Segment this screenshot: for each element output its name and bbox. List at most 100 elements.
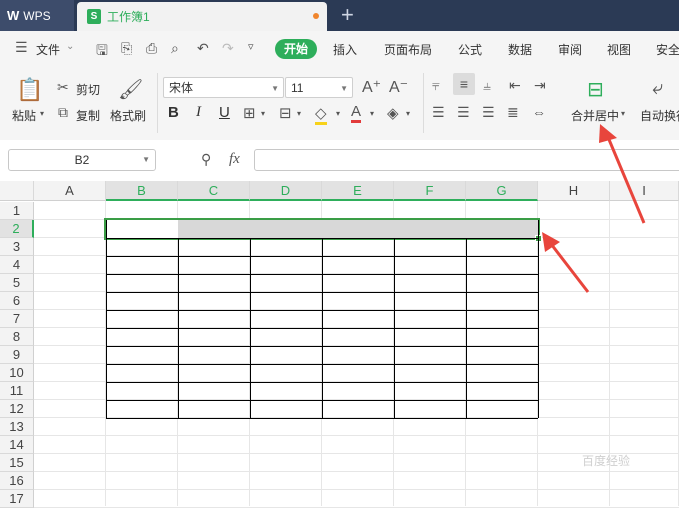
row-header-7[interactable]: 7 — [0, 310, 34, 328]
tab-review[interactable]: 审阅 — [558, 41, 582, 58]
clear-format-icon[interactable]: ◈ — [387, 104, 399, 122]
wrap-text-button[interactable]: 自动换行 — [640, 107, 679, 124]
zoom-search-icon[interactable]: ⚲ — [201, 151, 211, 168]
distribute-icon[interactable]: ⇔ — [532, 104, 546, 120]
column-header-b[interactable]: B — [106, 181, 178, 201]
row-header-17[interactable]: 17 — [0, 490, 34, 508]
format-painter-button[interactable]: 格式刷 — [110, 107, 146, 124]
document-tab[interactable]: S 工作簿1 — [77, 2, 327, 31]
chevron-down-icon[interactable]: ⌄ — [66, 41, 74, 52]
cut-button[interactable]: 剪切 — [76, 81, 100, 98]
wrap-text-icon[interactable]: ⤶ — [652, 77, 663, 100]
column-header-e[interactable]: E — [322, 181, 394, 201]
font-size-select[interactable]: 11 ▼ — [285, 77, 353, 98]
redo-icon[interactable]: ↷ — [222, 40, 234, 57]
column-header-f[interactable]: F — [394, 181, 466, 201]
paste-button[interactable]: 粘贴 — [12, 107, 36, 124]
chevron-down-icon[interactable]: ▾ — [406, 109, 410, 118]
row-header-10[interactable]: 10 — [0, 364, 34, 382]
copy-icon[interactable]: ⧉ — [58, 104, 68, 121]
fill-color-icon[interactable]: ◇ — [315, 104, 327, 125]
print-preview-icon[interactable]: ⌕ — [171, 40, 179, 57]
copy-button[interactable]: 复制 — [76, 107, 100, 124]
chevron-down-icon[interactable]: ▾ — [336, 109, 340, 118]
tab-page-layout[interactable]: 页面布局 — [384, 41, 432, 58]
column-header-g[interactable]: G — [466, 181, 538, 201]
row-header-3[interactable]: 3 — [0, 238, 34, 256]
new-tab-button[interactable]: + — [341, 3, 354, 27]
bold-button[interactable]: B — [168, 104, 179, 121]
font-name-select[interactable]: 宋体 ▼ — [163, 77, 284, 98]
row-header-16[interactable]: 16 — [0, 472, 34, 490]
row-header-8[interactable]: 8 — [0, 328, 34, 346]
active-cell[interactable] — [106, 220, 178, 238]
name-box[interactable]: B2 ▼ — [8, 149, 156, 171]
align-bottom-icon[interactable]: ⫨ — [483, 77, 491, 94]
paste-caret-icon[interactable]: ▾ — [40, 109, 44, 118]
column-header-a[interactable]: A — [34, 181, 106, 201]
document-name: 工作簿1 — [107, 10, 150, 24]
save-icon[interactable]: 🖫 — [96, 40, 108, 64]
row-header-2[interactable]: 2 — [0, 220, 34, 238]
italic-button[interactable]: I — [196, 104, 201, 121]
cell-style-icon[interactable]: ⊟ — [279, 104, 292, 122]
decrease-indent-icon[interactable]: ⇤ — [509, 77, 521, 94]
row-header-13[interactable]: 13 — [0, 418, 34, 436]
table-border-line — [178, 238, 179, 418]
tab-insert[interactable]: 插入 — [333, 41, 357, 58]
underline-button[interactable]: U — [219, 104, 230, 121]
tab-data[interactable]: 数据 — [508, 41, 532, 58]
customize-icon[interactable]: ▿ — [248, 40, 254, 53]
increase-indent-icon[interactable]: ⇥ — [534, 77, 546, 94]
select-all-corner[interactable] — [0, 181, 34, 201]
undo-icon[interactable]: ↶ — [197, 40, 209, 57]
chevron-down-icon[interactable]: ▾ — [370, 109, 374, 118]
paste-icon[interactable]: 📋 — [16, 77, 43, 103]
row-header-6[interactable]: 6 — [0, 292, 34, 310]
fx-button[interactable]: fx — [229, 151, 240, 168]
tab-security[interactable]: 安全 — [656, 41, 679, 58]
align-center-icon[interactable]: ☰ — [457, 104, 470, 121]
format-painter-icon[interactable]: 🖌 — [118, 77, 143, 102]
wps-home-tab[interactable]: W WPS — [0, 0, 74, 31]
chevron-down-icon[interactable]: ▾ — [261, 109, 265, 118]
row-header-1[interactable]: 1 — [0, 202, 34, 220]
decrease-font-icon[interactable]: A⁻ — [389, 77, 408, 97]
font-color-icon[interactable]: A — [351, 103, 362, 123]
row-header-4[interactable]: 4 — [0, 256, 34, 274]
row-header-9[interactable]: 9 — [0, 346, 34, 364]
watermark: 百度经验 — [582, 454, 631, 468]
wps-logo-icon: W — [7, 8, 19, 23]
export-icon[interactable]: ⎘ — [121, 40, 132, 57]
row-header-5[interactable]: 5 — [0, 274, 34, 292]
row-header-15[interactable]: 15 — [0, 454, 34, 472]
borders-icon[interactable]: ⊞ — [243, 104, 256, 122]
row-header-14[interactable]: 14 — [0, 436, 34, 454]
merge-center-icon[interactable]: ⊟ — [587, 77, 604, 102]
column-header-h[interactable]: H — [538, 181, 610, 201]
row-header-11[interactable]: 11 — [0, 382, 34, 400]
formula-input[interactable] — [254, 149, 679, 171]
tab-start[interactable]: 开始 — [275, 39, 317, 59]
increase-font-icon[interactable]: A⁺ — [362, 77, 381, 97]
column-header-d[interactable]: D — [250, 181, 322, 201]
hamburger-icon[interactable]: ☰ — [15, 39, 28, 56]
align-top-icon[interactable]: ⫧ — [432, 77, 440, 94]
scissors-icon[interactable]: ✂ — [57, 79, 69, 96]
align-middle-icon[interactable]: ≡ — [453, 73, 475, 95]
column-header-i[interactable]: I — [610, 181, 679, 201]
tab-view[interactable]: 视图 — [607, 41, 631, 58]
menu-file[interactable]: 文件 — [36, 41, 60, 58]
merge-center-button[interactable]: 合并居中 — [571, 107, 619, 124]
justify-icon[interactable]: ≣ — [507, 104, 519, 121]
gridline — [34, 471, 679, 472]
print-icon[interactable]: ⎙ — [146, 40, 157, 57]
tab-formulas[interactable]: 公式 — [458, 41, 482, 58]
row-header-12[interactable]: 12 — [0, 400, 34, 418]
align-right-icon[interactable]: ☰ — [482, 104, 495, 121]
align-left-icon[interactable]: ☰ — [432, 104, 445, 121]
column-header-c[interactable]: C — [178, 181, 250, 201]
table-border-line — [466, 238, 467, 418]
chevron-down-icon[interactable]: ▾ — [297, 109, 301, 118]
chevron-down-icon[interactable]: ▾ — [621, 109, 625, 118]
